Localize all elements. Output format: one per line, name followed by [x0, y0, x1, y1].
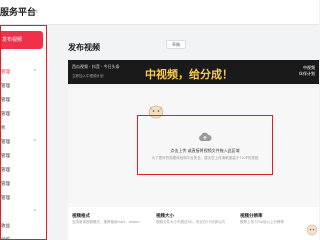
upload-dropzone[interactable]: 点击上传 或直接将视频文件拖入此区域 为了更好的观看体验和平台安全，建议您上传清… — [137, 115, 273, 175]
chevron-up-icon[interactable]: ⌃ — [33, 69, 37, 75]
requirement-title: 视频分辨率 — [240, 214, 263, 219]
sidebar-item[interactable]: 管理 — [0, 94, 46, 107]
requirement-resolution: 视频分辨率 推荐上传720p及以上分辨率 — [236, 207, 316, 240]
sidebar-item[interactable]: 析 — [0, 122, 46, 135]
upload-hint: 为了更好的观看体验和平台安全，建议您上传清晰度高于720P的视频 — [151, 156, 259, 160]
brand-badge: 创作 — [30, 9, 38, 14]
requirement-format: 视频格式 支持常用视频格式，推荐使用mp4、webm — [68, 207, 148, 240]
requirement-desc: 推荐上传720p及以上分辨率 — [240, 220, 284, 224]
requirement-size: 视频大小 视频文件大小不超过8G，时长在15分钟以内 — [152, 207, 232, 240]
requirement-desc: 支持常用视频格式，推荐使用mp4、webm — [72, 220, 140, 224]
top-bar: 服务平台 创作 — [0, 0, 319, 25]
banner-logos: 西瓜视频 · 抖音 · 今日头条 — [72, 64, 120, 69]
sidebar-item[interactable]: 管理 — [0, 164, 46, 177]
sidebar-item[interactable]: 管理 — [0, 108, 46, 121]
sidebar-item[interactable]: 管理 — [0, 80, 46, 93]
sidebar-item[interactable]: 管理 — [0, 178, 46, 191]
banner-right-sub: 伙伴计划 — [299, 71, 315, 76]
sidebar-item[interactable]: 管理 — [0, 66, 46, 79]
promo-banner[interactable]: 西瓜视频 · 抖音 · 今日头条 中视频，给分成！ 立即加入中视频计划 中视频 … — [68, 60, 319, 84]
chevron-up-icon[interactable]: ⌃ — [33, 139, 37, 145]
requirement-title: 视频格式 — [72, 214, 90, 219]
upload-requirements: 视频格式 支持常用视频格式，推荐使用mp4、webm 视频大小 视频文件大小不超… — [68, 207, 319, 240]
sidebar-item[interactable]: 管理 — [0, 150, 46, 163]
draft-button[interactable]: 草稿 — [166, 40, 186, 49]
requirement-title: 视频大小 — [156, 214, 174, 219]
sidebar-item[interactable]: 管理 — [0, 192, 46, 205]
chevron-up-icon[interactable]: ⌃ — [33, 209, 37, 215]
sidebar-item[interactable]: 管理 — [0, 136, 46, 149]
publish-video-button[interactable]: 发布视频 — [0, 31, 43, 49]
mascot-icon — [306, 224, 318, 236]
upload-cloud-icon — [199, 132, 212, 141]
banner-subtitle: 立即加入中视频计划 — [72, 74, 104, 78]
requirement-desc: 视频文件大小不超过8G，时长在15分钟以内 — [156, 220, 225, 224]
sidebar: 发布视频 管理 ⌃ 管理 管理 管理 析 管理 ⌃ 管理 管理 管理 管理 ⌃ … — [0, 25, 47, 240]
banner-title: 中视频，给分成！ — [145, 68, 233, 81]
sidebar-item[interactable]: 收益 — [0, 220, 46, 233]
page-title: 发布视频 — [68, 43, 100, 52]
upload-instruction: 点击上传 或直接将视频文件拖入此区域 — [170, 148, 240, 153]
sidebar-item[interactable]: 创作 — [0, 234, 46, 240]
banner-right: 中视频 伙伴计划 — [299, 65, 315, 77]
